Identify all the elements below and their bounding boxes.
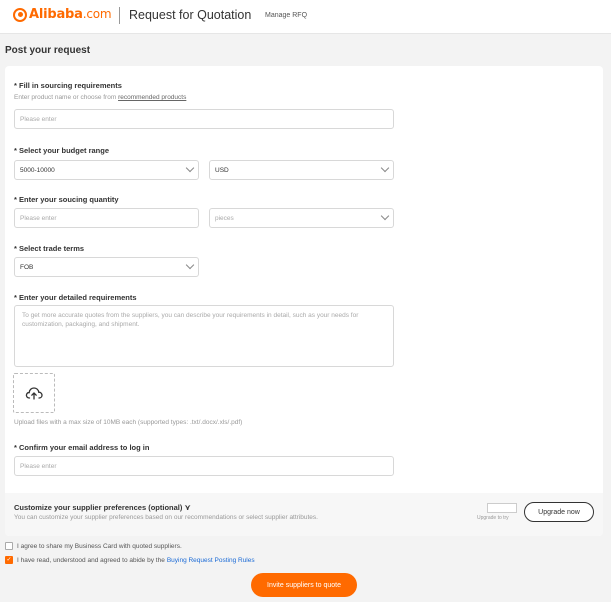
supplier-preferences-bar: Customize your supplier preferences (opt… [5, 493, 603, 536]
preferences-toggle[interactable]: Customize your supplier preferences (opt… [14, 503, 191, 512]
share-card-agreement[interactable]: I agree to share my Business Card with q… [5, 542, 182, 550]
invite-suppliers-button[interactable]: Invite suppliers to quote [251, 573, 357, 597]
recommended-products-link[interactable]: recommended products [118, 94, 186, 101]
sourcing-label: * Fill in sourcing requirements [14, 81, 122, 90]
trade-terms-select[interactable]: FOB [14, 257, 199, 277]
chevron-down-icon [185, 260, 195, 270]
trade-terms-value: FOB [20, 263, 34, 271]
product-name-input[interactable]: Please enter [14, 109, 394, 129]
chevron-down-icon [380, 211, 390, 221]
chevron-down-icon [380, 163, 390, 173]
budget-range-value: 5000-10000 [20, 166, 55, 174]
budget-range-select[interactable]: 5000-10000 [14, 160, 199, 180]
budget-label: * Select your budget range [14, 146, 110, 155]
upload-hint: Upload files with a max size of 10MB eac… [14, 419, 243, 426]
page-title: Request for Quotation [129, 8, 252, 22]
product-name-placeholder: Please enter [20, 115, 57, 123]
sourcing-hint: Enter product name or choose from recomm… [14, 94, 186, 101]
preferences-title: Customize your supplier preferences (opt… [14, 503, 183, 512]
cloud-upload-icon [25, 387, 43, 400]
top-bar: Alibaba.com Request for Quotation Manage… [0, 0, 611, 34]
header-divider [119, 7, 120, 24]
rules-checkbox[interactable]: ✓ [5, 556, 13, 564]
quantity-input[interactable]: Please enter [14, 208, 199, 228]
detailed-requirements-textarea[interactable]: To get more accurate quotes from the sup… [14, 305, 394, 367]
rules-text: I have read, understood and agreed to ab… [17, 556, 165, 564]
upgrade-now-button[interactable]: Upgrade now [524, 502, 594, 522]
chevron-down-icon [185, 163, 195, 173]
share-card-checkbox[interactable] [5, 542, 13, 550]
preferences-subtitle: You can customize your supplier preferen… [14, 514, 318, 521]
details-label: * Enter your detailed requirements [14, 293, 137, 302]
quantity-unit-value: pieces [215, 214, 234, 222]
upgrade-to-try-label: Upgrade to try [477, 515, 509, 521]
brand-suffix: .com [82, 7, 112, 21]
currency-value: USD [215, 166, 229, 174]
currency-select[interactable]: USD [209, 160, 394, 180]
email-label: * Confirm your email address to log in [14, 443, 150, 452]
manage-rfq-link[interactable]: Manage RFQ [265, 12, 307, 19]
email-input[interactable]: Please enter [14, 456, 394, 476]
rules-agreement[interactable]: ✓ I have read, understood and agreed to … [5, 556, 255, 564]
quantity-label: * Enter your soucing quantity [14, 195, 119, 204]
details-placeholder: To get more accurate quotes from the sup… [22, 312, 359, 328]
email-placeholder: Please enter [20, 462, 57, 470]
trade-terms-label: * Select trade terms [14, 244, 85, 253]
share-card-text: I agree to share my Business Card with q… [17, 542, 182, 550]
alibaba-logo[interactable]: Alibaba.com [13, 7, 112, 22]
file-upload-button[interactable] [13, 373, 55, 413]
posting-rules-link[interactable]: Buying Request Posting Rules [167, 557, 255, 564]
sourcing-hint-text: Enter product name or choose from [14, 94, 119, 101]
section-title: Post your request [5, 45, 91, 56]
request-form-card: * Fill in sourcing requirements Enter pr… [5, 66, 603, 536]
double-chevron-down-icon: ⋎ [184, 503, 191, 512]
brand-name: Alibaba [29, 7, 83, 22]
alibaba-logo-icon [13, 7, 27, 22]
quantity-placeholder: Please enter [20, 214, 57, 222]
upgrade-badge [487, 503, 517, 513]
quantity-unit-select[interactable]: pieces [209, 208, 394, 228]
